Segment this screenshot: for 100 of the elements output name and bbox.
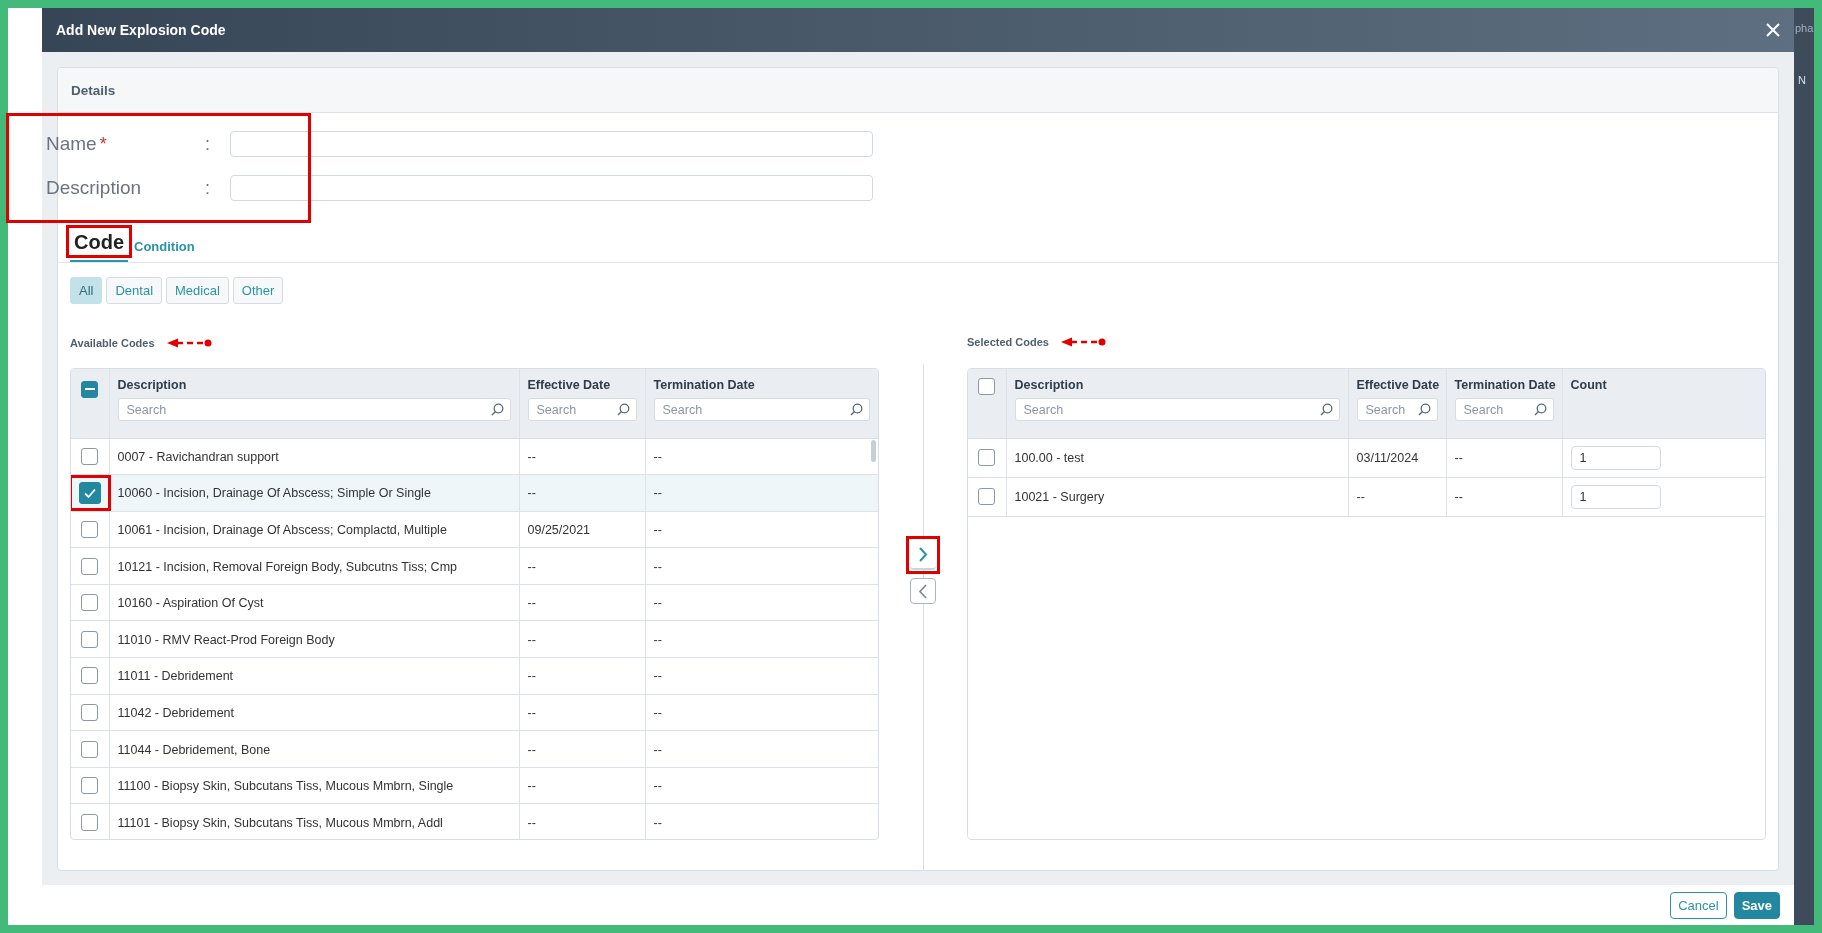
close-icon [1766, 23, 1780, 37]
field-label: Description [46, 177, 142, 199]
table-cell: -- [653, 779, 662, 794]
section-title: Details [71, 82, 116, 98]
table-cell: -- [527, 596, 536, 611]
field-label: Name [46, 133, 97, 155]
table-cell: 100.00 - test [1014, 451, 1084, 465]
search-icon [616, 403, 630, 416]
table-cell: 10121 - Incision, Removal Foreign Body, Subcutns Tiss; Cmp [117, 559, 457, 574]
checkbox[interactable] [978, 378, 996, 395]
table-cell: 09/25/2021 [527, 523, 591, 537]
table-cell: -- [653, 632, 662, 647]
checkbox[interactable] [81, 740, 99, 758]
checkbox[interactable] [81, 521, 99, 538]
checkbox[interactable] [81, 630, 99, 648]
filter-button[interactable]: All [70, 277, 103, 304]
search-icon [1417, 403, 1431, 416]
table-cell: 03/11/2024 [1356, 451, 1419, 465]
colon-separator: : [205, 133, 210, 155]
table-cell: -- [653, 669, 662, 684]
checkbox[interactable] [81, 380, 99, 398]
search-icon [490, 403, 504, 416]
table-cell: 11100 - Biopsy Skin, Subcutans Tiss, Mucous Mmbrn, Single [117, 779, 454, 794]
minus-icon [84, 388, 95, 390]
column-header: Effective Date [527, 378, 612, 394]
checkbox[interactable] [81, 447, 99, 465]
dialog-title: Add New Explosion Code [56, 22, 226, 38]
checkbox[interactable] [81, 594, 99, 612]
move-button[interactable] [910, 578, 936, 604]
table-cell: -- [653, 705, 662, 720]
section-title: Selected Codes [967, 336, 1049, 348]
table-cell: -- [653, 449, 662, 464]
table-cell: 11010 - RMV React-Prod Foreign Body [117, 632, 335, 647]
count-field[interactable]: 1 [1570, 445, 1661, 470]
table-cell: -- [653, 486, 662, 501]
close-button[interactable] [1764, 21, 1782, 39]
column-header: Description [117, 378, 188, 394]
column-header: Count [1570, 378, 1608, 394]
table-cell: 10061 - Incision, Drainage Of Abscess; Complactd, Multiple [117, 523, 447, 537]
text-field[interactable] [230, 131, 873, 157]
table-cell: -- [527, 705, 536, 720]
table-cell: -- [527, 815, 536, 830]
table-cell: -- [1454, 490, 1463, 504]
table-cell: -- [653, 523, 662, 537]
checkbox[interactable] [81, 704, 99, 721]
scrollbar-thumb[interactable] [871, 440, 876, 462]
chevron-icon [916, 545, 930, 563]
search-icon [1319, 403, 1333, 416]
count-field[interactable]: 1 [1570, 484, 1661, 509]
table-cell: 11011 - Debridement [117, 669, 234, 684]
save-button[interactable]: Save [1733, 891, 1780, 919]
table-cell: 10060 - Incision, Drainage Of Abscess; Simple Or Single [117, 486, 431, 501]
search-field[interactable]: Search [1356, 398, 1438, 421]
checkbox[interactable] [978, 449, 996, 467]
column-header: Description [1014, 378, 1085, 394]
table-cell: -- [1454, 451, 1463, 465]
table-cell: -- [527, 486, 536, 501]
section-title: Available Codes [70, 337, 155, 349]
search-icon [850, 403, 863, 416]
checkbox[interactable] [978, 488, 996, 506]
background-text: N [1798, 74, 1806, 86]
table-cell: 11101 - Biopsy Skin, Subcutans Tiss, Mucous Mmbrn, Addl [117, 815, 443, 830]
table-cell: -- [653, 596, 662, 611]
table-cell: 10160 - Aspiration Of Cyst [117, 596, 264, 611]
text-field[interactable] [230, 175, 873, 201]
checkbox[interactable] [78, 481, 101, 504]
chevron-icon [916, 582, 930, 600]
table-cell: -- [527, 632, 536, 647]
search-icon [1533, 403, 1547, 416]
column-header: Effective Date [1356, 378, 1438, 394]
table-cell: -- [527, 449, 536, 464]
checkbox[interactable] [81, 777, 99, 795]
table-cell: 11044 - Debridement, Bone [117, 742, 271, 757]
filter-button[interactable]: Other [232, 277, 284, 304]
table-cell: -- [527, 559, 536, 574]
search-field[interactable]: Search [1014, 398, 1340, 421]
search-field[interactable]: Search [653, 398, 870, 421]
table-cell: 0007 - Ravichandran support [117, 449, 279, 464]
filter-button[interactable]: Dental [106, 277, 163, 304]
table-cell: -- [653, 815, 662, 830]
search-field[interactable]: Search [1454, 398, 1554, 421]
required-mark: * [99, 133, 107, 155]
colon-separator: : [205, 177, 210, 199]
table-cell: 11042 - Debridement [117, 705, 234, 720]
table-cell: -- [1356, 490, 1365, 504]
tab[interactable]: Condition [132, 235, 197, 262]
column-header: Termination Date [653, 378, 756, 394]
search-field[interactable]: Search [527, 398, 637, 421]
filter-button[interactable]: Medical [166, 277, 229, 304]
table-cell: -- [527, 742, 536, 757]
table-cell: -- [653, 742, 662, 757]
table-cell: -- [527, 669, 536, 684]
background-text: pha [1795, 22, 1814, 34]
cancel-button[interactable]: Cancel [1670, 891, 1727, 919]
checkbox[interactable] [81, 667, 99, 685]
table-cell: 10021 - Surgery [1014, 490, 1105, 504]
checkbox[interactable] [81, 557, 99, 575]
search-field[interactable]: Search [117, 398, 511, 421]
tab[interactable]: Code [70, 229, 128, 262]
checkbox[interactable] [81, 813, 99, 831]
